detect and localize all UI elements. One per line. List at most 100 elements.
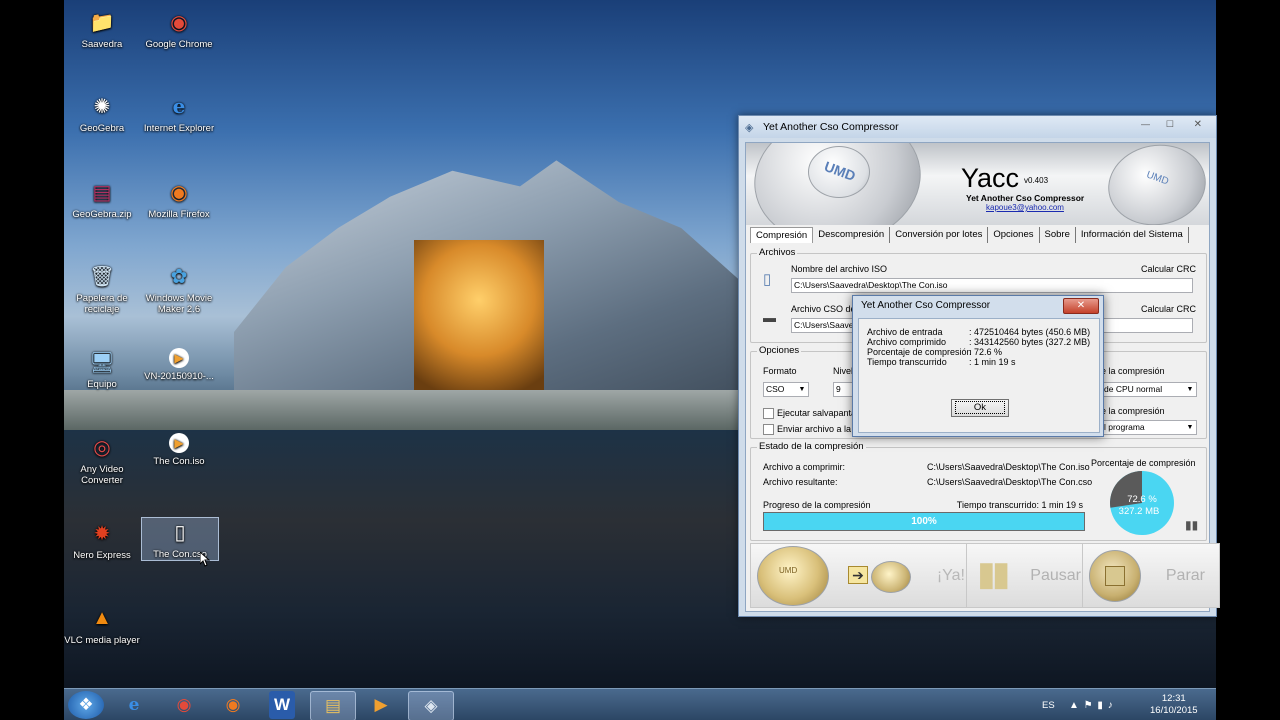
desktop-icon-geogebra-zip[interactable]: ▤ GeoGebra.zip	[64, 178, 140, 221]
firefox-icon: ◉	[225, 695, 241, 714]
chrome-icon: ◉	[176, 695, 192, 714]
desktop-icon-equipo[interactable]: 🖥 Equipo	[64, 348, 140, 391]
desktop-icon-label: Saavedra	[81, 39, 123, 50]
yacc-app-icon: ◈	[424, 696, 438, 715]
taskbar-explorer[interactable]: ▤	[310, 691, 356, 720]
umd-gold-disc-icon	[757, 546, 829, 606]
banner-tagline: Yet Another Cso Compressor	[966, 193, 1085, 203]
wallpaper-lit-atrium	[414, 240, 544, 390]
tab-compresion[interactable]: Compresión	[750, 227, 814, 243]
desktop-icon-chrome[interactable]: ◉ Google Chrome	[141, 8, 217, 51]
minimize-button[interactable]: —	[1141, 119, 1150, 129]
desktop-icon-geogebra[interactable]: ✺ GeoGebra	[64, 92, 140, 135]
desktop-icon-movie-maker[interactable]: ✿ Windows Movie Maker 2.6	[141, 262, 217, 316]
recycle-bin-icon: 🗑	[89, 265, 115, 288]
desktop-icon-the-con-iso[interactable]: ▶ The Con.iso	[141, 433, 217, 467]
formato-label: Formato	[763, 366, 797, 376]
movie-maker-icon: ✿	[170, 265, 188, 288]
word-icon: W	[273, 695, 291, 714]
language-indicator: ES	[1042, 699, 1055, 711]
desktop-icon-label: Any Video Converter	[80, 464, 124, 486]
tab-sobre[interactable]: Sobre	[1040, 227, 1076, 243]
taskbar-internet-explorer[interactable]: e	[112, 691, 156, 719]
pause-icon: ▮▮	[977, 555, 1010, 593]
desktop-icon-any-video-converter[interactable]: ◎ Any Video Converter	[64, 433, 140, 487]
tab-descompresion[interactable]: Descompresión	[813, 227, 891, 243]
chrome-icon: ◉	[170, 11, 188, 34]
umd-mini-label: UMD	[779, 566, 798, 575]
start-button[interactable]: ❖	[68, 691, 104, 719]
mouse-cursor-icon	[200, 552, 210, 567]
desktop-icon-recycle-bin[interactable]: 🗑 Papelera de reciclaje	[64, 262, 140, 316]
desktop-icon-vn-video[interactable]: ▶ VN-20150910-...	[141, 348, 217, 382]
nivel-value: 9	[836, 384, 841, 394]
priority-select[interactable]: de CPU normal ▼	[1101, 382, 1197, 397]
progress-track: 100%	[763, 512, 1085, 531]
ok-label: Ok	[954, 401, 1006, 414]
wallpaper-riverbank	[64, 390, 764, 430]
desktop-icon-label: Windows Movie Maker 2.6	[145, 293, 213, 315]
bars-icon[interactable]: ▮▮	[1185, 518, 1198, 532]
close-button[interactable]: ✕	[1194, 119, 1202, 130]
desktop-icon-nero-express[interactable]: ✹ Nero Express	[64, 519, 140, 562]
tray-clock[interactable]: 12:31 16/10/2015	[1150, 689, 1198, 720]
maximize-button[interactable]: ☐	[1166, 119, 1174, 130]
pie-label: Porcentaje de compresión	[1091, 458, 1196, 468]
archivo-comprimir-label: Archivo a comprimir:	[763, 462, 846, 472]
dialog-title: Yet Another Cso Compressor	[861, 300, 991, 311]
taskbar-media-player[interactable]: ▶	[359, 691, 403, 719]
cso-small-disc-icon	[871, 561, 911, 593]
dialog-row-label: Archivo comprimido	[867, 337, 947, 347]
dialog-row-value: : 472510464 bytes (450.6 MB)	[969, 327, 1091, 337]
tab-opciones[interactable]: Opciones	[988, 227, 1040, 243]
send-file-checkbox[interactable]	[763, 424, 774, 435]
ok-button[interactable]: Ok	[951, 399, 1009, 417]
stop-label: Parar	[1165, 566, 1205, 584]
taskbar-firefox[interactable]: ◉	[211, 691, 255, 719]
desktop-icon-label: Equipo	[87, 379, 117, 390]
archive-icon: ▤	[92, 181, 112, 204]
tray-language[interactable]: ES	[1042, 689, 1055, 720]
desktop-icon-label: Internet Explorer	[143, 123, 215, 134]
folder-icon: ▤	[324, 696, 342, 715]
priority-label: e la compresión	[1101, 366, 1165, 376]
pause-button[interactable]: ▮▮ Pausar	[966, 543, 1096, 608]
taskbar-chrome[interactable]: ◉	[162, 691, 206, 719]
tab-conversion-lotes[interactable]: Conversión por lotes	[890, 227, 989, 243]
cso-calc-crc[interactable]: Calcular CRC	[1141, 304, 1196, 314]
formato-select[interactable]: CSO ▼	[763, 382, 809, 397]
arrow-right-icon: ➔	[848, 566, 868, 584]
banner-version: v0.403	[1024, 176, 1049, 185]
window-titlebar[interactable]: ◈ Yet Another Cso Compressor — ☐ ✕	[739, 116, 1216, 138]
tab-informacion-sistema[interactable]: Información del Sistema	[1076, 227, 1189, 243]
desktop-icon-ie[interactable]: e Internet Explorer	[141, 92, 217, 134]
archivo-resultante-value: C:\Users\Saavedra\Desktop\The Con.cso	[927, 477, 1093, 487]
taskbar-word[interactable]: W	[269, 691, 295, 719]
computer-icon: 🖥	[89, 351, 115, 374]
cso-label: Archivo CSO de	[791, 304, 856, 314]
desktop-icon-saavedra[interactable]: 📁 Saavedra	[64, 8, 140, 51]
stop-button[interactable]: Parar	[1082, 543, 1220, 608]
dialog-close-button[interactable]: ✕	[1063, 298, 1099, 314]
screensaver-checkbox[interactable]	[763, 408, 774, 419]
go-button[interactable]: UMD ➔ ¡Ya!	[750, 543, 980, 608]
tiempo-label: Tiempo transcurrido: 1 min 19 s	[956, 500, 1083, 510]
nivel-label: Nivel	[833, 366, 854, 376]
tray-icons[interactable]: ▲ ⚑ ▮ ♪	[1069, 689, 1114, 720]
dialog-row-label: Tiempo transcurrido	[867, 357, 947, 367]
after-label: e la compresión	[1101, 406, 1165, 416]
dialog-row-value: : 343142560 bytes (327.2 MB)	[969, 337, 1091, 347]
disc-file-icon: ▯	[763, 271, 772, 288]
media-player-icon: ▶	[374, 695, 388, 714]
desktop-icon-firefox[interactable]: ◉ Mozilla Firefox	[141, 178, 217, 221]
banner-email-link[interactable]: kapoue3@yahoo.com	[986, 203, 1064, 212]
dialog-row-value: : 1 min 19 s	[969, 357, 1016, 367]
pie-size-text: 327.2 MB	[1119, 506, 1160, 517]
media-file-icon: ▶	[169, 433, 189, 453]
after-select[interactable]: l programa ▼	[1101, 420, 1197, 435]
chevron-down-icon: ▼	[1186, 424, 1194, 431]
desktop-icon-vlc[interactable]: ▲ VLC media player	[64, 604, 140, 647]
taskbar-yacc[interactable]: ◈	[408, 691, 454, 720]
iso-path-input[interactable]: C:\Users\Saavedra\Desktop\The Con.iso	[791, 278, 1193, 293]
iso-calc-crc[interactable]: Calcular CRC	[1141, 264, 1196, 274]
